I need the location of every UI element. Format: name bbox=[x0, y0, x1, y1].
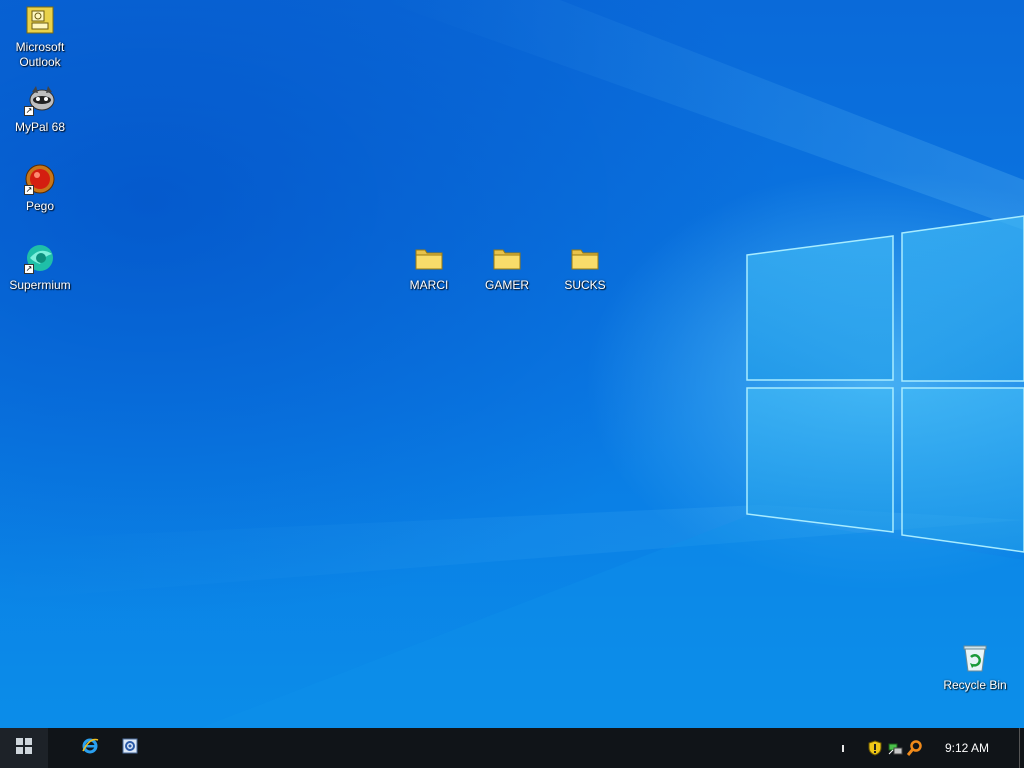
desktop-icon-label: MyPal 68 bbox=[14, 120, 66, 134]
network-icon[interactable] bbox=[886, 739, 904, 757]
start-button[interactable] bbox=[0, 728, 48, 768]
tray-overflow-icon[interactable] bbox=[834, 739, 852, 757]
desktop-icon-label: Supermium bbox=[9, 278, 71, 292]
desktop[interactable]: Microsoft Outlook ↗ MyPal 68 ↗ Pego ↗ Su… bbox=[0, 0, 1024, 728]
pego-icon: ↗ bbox=[24, 163, 56, 195]
desktop-icon-supermium[interactable]: ↗ Supermium bbox=[2, 242, 78, 293]
desktop-folder-sucks[interactable]: SUCKS bbox=[547, 242, 623, 293]
desktop-icon-outlook[interactable]: Microsoft Outlook bbox=[2, 4, 78, 70]
desktop-icon-label: Recycle Bin bbox=[943, 678, 1007, 692]
desktop-icon-pego[interactable]: ↗ Pego bbox=[2, 163, 78, 214]
shortcut-arrow-icon: ↗ bbox=[24, 185, 34, 195]
desktop-icon-mypal[interactable]: ↗ MyPal 68 bbox=[2, 84, 78, 135]
folder-icon bbox=[569, 242, 601, 274]
desktop-icon-label: MARCI bbox=[409, 278, 449, 292]
outlook-icon bbox=[24, 4, 56, 36]
recycle-bin-icon bbox=[959, 642, 991, 674]
taskbar-clock[interactable]: 9:12 AM bbox=[945, 741, 989, 755]
system-tray: 9:12 AM bbox=[833, 728, 1024, 768]
desktop-icon-recycle-bin[interactable]: Recycle Bin bbox=[937, 642, 1013, 693]
supermium-icon: ↗ bbox=[24, 242, 56, 274]
mypal-icon: ↗ bbox=[24, 84, 56, 116]
shortcut-arrow-icon: ↗ bbox=[24, 106, 34, 116]
folder-icon bbox=[491, 242, 523, 274]
taskbar-app-button[interactable] bbox=[110, 728, 150, 768]
shield-icon[interactable] bbox=[866, 739, 884, 757]
taskbar-internet-explorer-button[interactable] bbox=[70, 728, 110, 768]
internet-explorer-icon bbox=[81, 737, 99, 760]
wallpaper-beams bbox=[0, 0, 1024, 728]
desktop-icon-label: SUCKS bbox=[564, 278, 606, 292]
taskbar: 9:12 AM bbox=[0, 728, 1024, 768]
desktop-folder-marci[interactable]: MARCI bbox=[391, 242, 467, 293]
desktop-icon-label: Pego bbox=[25, 199, 55, 213]
wallpaper-windows-logo bbox=[746, 215, 1024, 553]
settings-app-icon bbox=[122, 738, 138, 759]
desktop-icon-label: Microsoft Outlook bbox=[15, 40, 65, 69]
desktop-folder-gamer[interactable]: GAMER bbox=[469, 242, 545, 293]
folder-icon bbox=[413, 242, 445, 274]
shortcut-arrow-icon: ↗ bbox=[24, 264, 34, 274]
windows-logo-icon bbox=[16, 737, 32, 759]
desktop-icon-label: GAMER bbox=[484, 278, 529, 292]
show-desktop-button[interactable] bbox=[1019, 728, 1024, 768]
search-icon[interactable] bbox=[906, 739, 924, 757]
